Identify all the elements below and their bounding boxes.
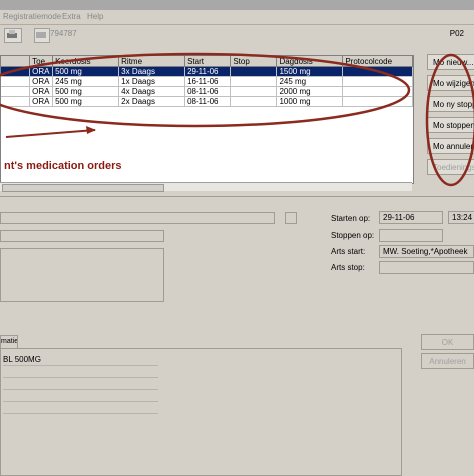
arts-stop-field[interactable]: [379, 261, 474, 274]
annotation-ellipse-grid: [0, 52, 411, 128]
toolbar: 794787: [0, 25, 474, 43]
arts-stop-label: Arts stop:: [331, 263, 365, 272]
stop-date-label: Stoppen op:: [331, 231, 375, 240]
annotation-arrow: [5, 129, 96, 138]
start-time-field[interactable]: 13:24: [448, 211, 474, 224]
printer-icon: [7, 30, 17, 38]
medication-name-field[interactable]: [0, 212, 275, 224]
print-button[interactable]: [4, 28, 22, 43]
menu-help[interactable]: Help: [87, 12, 103, 21]
list-item[interactable]: [3, 390, 158, 402]
id-button[interactable]: [34, 28, 50, 43]
start-date-label: Starten op:: [331, 214, 371, 223]
product-list: BL 500MG: [0, 348, 402, 476]
ok-button[interactable]: OK: [421, 334, 474, 350]
list-item[interactable]: [3, 366, 158, 378]
menu-bar: Registratiemode Extra Help: [0, 10, 474, 25]
cancel-button[interactable]: Annuleren: [421, 353, 474, 369]
menu-extra[interactable]: Extra: [62, 12, 81, 21]
divider: [0, 196, 474, 197]
option-checkbox[interactable]: [285, 212, 297, 224]
arts-start-field[interactable]: MW. Soeting,*Apotheek: [379, 245, 474, 258]
title-bar: [0, 0, 474, 10]
annotation-arrowhead: [86, 126, 96, 134]
list-item[interactable]: [3, 378, 158, 390]
dosage-field[interactable]: [0, 230, 164, 242]
annotation-ellipse-buttons: [425, 53, 474, 187]
tab-informatie[interactable]: matie: [0, 335, 18, 348]
menu-registratiemode[interactable]: Registratiemode: [3, 12, 61, 21]
annotation-label: nt's medication orders: [4, 160, 122, 172]
remarks-field[interactable]: [0, 248, 164, 302]
toolbar-id-value: 794787: [50, 29, 77, 38]
start-date-field[interactable]: 29-11-06: [379, 211, 443, 224]
annotation-overlay: [0, 52, 474, 187]
list-item[interactable]: BL 500MG: [3, 354, 158, 366]
scanner-icon: [36, 32, 46, 38]
stop-date-field[interactable]: [379, 229, 443, 242]
patient-code: P02: [449, 29, 464, 38]
arts-start-label: Arts start:: [331, 247, 366, 256]
list-item[interactable]: [3, 402, 158, 414]
